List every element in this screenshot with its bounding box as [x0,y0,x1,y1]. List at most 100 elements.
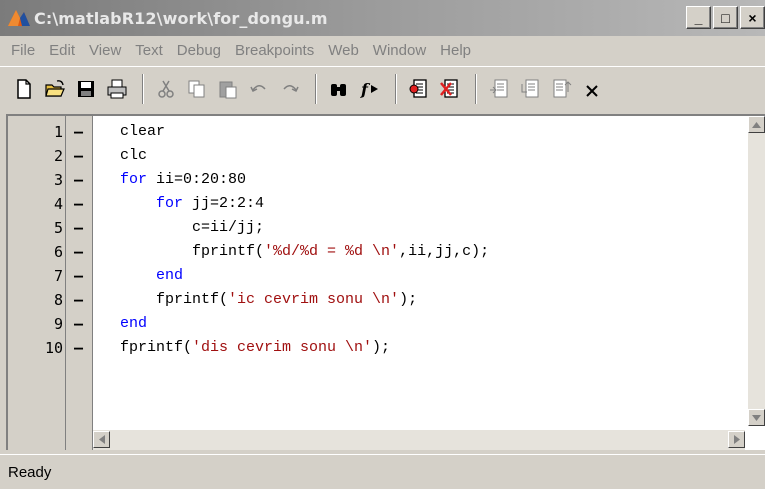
breakpoint-marker[interactable]: – [74,240,84,264]
svg-text:f: f [360,80,371,99]
string-token: '%d/%d = %d \n' [264,243,400,260]
code-text[interactable]: fprintf('ic cevrim sonu \n'); [120,288,417,312]
find-button[interactable] [325,74,353,104]
code-line[interactable]: 1– clear [8,120,748,144]
find-icon [331,83,346,96]
title-bar: C:\matlabR12\work\for_dongu.m _ □ × [0,0,765,36]
step-in-icon [521,79,539,97]
code-line[interactable]: 2– clc [8,144,748,168]
copy-button[interactable] [183,74,211,104]
maximize-button[interactable]: □ [713,6,738,29]
line-number: 3 [53,171,63,189]
code-line[interactable]: 7– end [8,264,748,288]
code-text[interactable]: clc [120,144,147,168]
menu-text[interactable]: Text [128,42,170,59]
menu-breakpoints[interactable]: Breakpoints [228,42,321,59]
maximize-icon: □ [721,9,730,26]
step-out-icon [553,79,572,97]
code-text[interactable]: for jj=2:2:4 [120,192,264,216]
code-line[interactable]: 6– fprintf('%d/%d = %d \n',ii,jj,c); [8,240,748,264]
menu-edit[interactable]: Edit [42,42,82,59]
step-in-button[interactable] [516,74,544,104]
menu-help[interactable]: Help [433,42,478,59]
code-text[interactable]: for ii=0:20:80 [120,168,246,192]
matlab-logo-icon[interactable] [6,6,32,30]
breakpoint-marker[interactable]: – [74,264,84,288]
breakpoint-marker[interactable]: – [74,216,84,240]
paste-button[interactable] [214,74,242,104]
code-token: jj=2:2:4 [183,195,265,212]
redo-button[interactable] [276,74,304,104]
scroll-down-button[interactable] [748,409,765,426]
code-line[interactable]: 5– c=ii/jj; [8,216,748,240]
step-button[interactable] [485,74,513,104]
function-button[interactable]: f [356,74,384,104]
undo-icon [250,84,266,92]
step-icon [490,79,508,97]
keyword-token: for [156,195,184,212]
cut-icon [158,80,174,98]
code-text[interactable]: fprintf('%d/%d = %d \n',ii,jj,c); [120,240,489,264]
code-text[interactable]: end [120,264,183,288]
clear-breakpoint-button[interactable] [436,74,464,104]
open-file-button[interactable] [41,74,69,104]
keyword-token: end [156,267,184,284]
line-number: 5 [53,219,63,237]
line-number: 8 [53,291,63,309]
code-line[interactable]: 3– for ii=0:20:80 [8,168,748,192]
code-line[interactable]: 8– fprintf('ic cevrim sonu \n'); [8,288,748,312]
menu-web[interactable]: Web [321,42,366,59]
toolbar-separator [395,73,397,104]
toolbar-separator [315,73,317,104]
code-line[interactable]: 9– end [8,312,748,336]
code-text[interactable]: fprintf('dis cevrim sonu \n'); [120,336,390,360]
scroll-right-button[interactable] [728,431,745,448]
vertical-scrollbar[interactable] [748,116,765,426]
breakpoint-marker[interactable]: – [74,192,84,216]
new-file-icon [17,78,31,99]
set-breakpoint-button[interactable] [405,74,433,104]
code-line[interactable]: 10– fprintf('dis cevrim sonu \n'); [8,336,748,360]
arrow-down-icon [752,414,761,421]
menu-file[interactable]: File [4,42,42,59]
menu-debug[interactable]: Debug [170,42,228,59]
breakpoint-marker[interactable]: – [74,144,84,168]
cut-button[interactable] [152,74,180,104]
scroll-left-button[interactable] [93,431,110,448]
step-out-button[interactable] [547,74,575,104]
breakpoint-marker[interactable]: – [74,312,84,336]
code-editor[interactable]: 1– clear 2– clc 3– for ii=0:20:80 4– for jj=2:… [6,114,765,450]
code-text[interactable]: end [120,312,147,336]
close-button[interactable]: × [740,6,765,29]
code-token: fprintf( [120,339,193,356]
code-text[interactable]: c=ii/jj; [120,216,264,240]
arrow-left-icon [98,435,105,444]
scroll-up-button[interactable] [748,116,765,133]
code-token: clear [120,123,166,140]
line-number: 9 [53,315,63,333]
breakpoint-marker[interactable]: – [74,120,84,144]
horizontal-scrollbar[interactable] [93,430,745,450]
line-number: 6 [53,243,63,261]
save-button[interactable] [72,74,100,104]
minimize-button[interactable]: _ [686,6,711,29]
code-text[interactable]: clear [120,120,165,144]
menu-view[interactable]: View [82,42,128,59]
minimize-icon: _ [694,9,703,26]
menu-window[interactable]: Window [366,42,433,59]
breakpoint-marker[interactable]: – [74,288,84,312]
code-token: c=ii/jj; [120,219,265,236]
close-editor-button[interactable] [578,74,606,104]
keyword-token: for [120,171,148,188]
code-line[interactable]: 4– for jj=2:2:4 [8,192,748,216]
new-file-button[interactable] [10,74,38,104]
breakpoint-marker[interactable]: – [74,168,84,192]
undo-button[interactable] [245,74,273,104]
code-token: fprintf( [120,243,265,260]
breakpoint-marker[interactable]: – [74,336,84,360]
string-token: 'dis cevrim sonu \n' [192,339,373,356]
print-button[interactable] [103,74,131,104]
code-token: clc [120,147,148,164]
line-number: 10 [44,339,63,357]
